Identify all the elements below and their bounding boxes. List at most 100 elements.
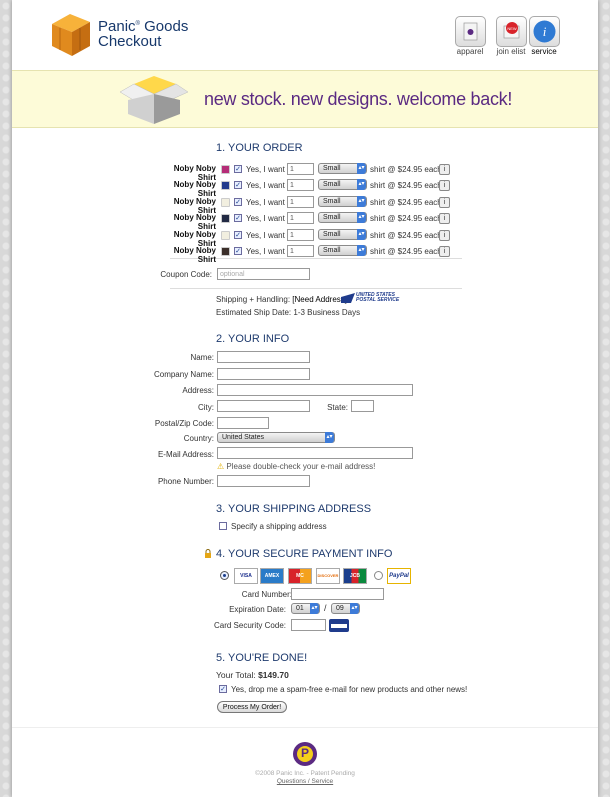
quantity-input[interactable]: 1: [287, 212, 314, 225]
panic-box-logo[interactable]: [48, 12, 94, 58]
select-arrow-icon: ▴▾: [357, 163, 366, 174]
paypal-radio[interactable]: [374, 571, 383, 580]
payment-heading: 4. YOUR SECURE PAYMENT INFO: [216, 548, 393, 560]
quantity-input[interactable]: 1: [287, 228, 314, 241]
email-label: E-Mail Address:: [157, 450, 214, 459]
shirt-color-icon: [221, 197, 230, 207]
country-label: Country:: [183, 434, 214, 443]
country-select[interactable]: United States ▴▾: [217, 432, 335, 443]
seal-letter: P: [300, 746, 309, 760]
nav-label-service[interactable]: service: [524, 47, 564, 56]
city-label: City:: [198, 403, 214, 412]
expiration-label: Expiration Date:: [229, 605, 286, 614]
product-name: Noby Noby Shirt: [173, 229, 216, 248]
email-input[interactable]: [217, 447, 413, 459]
product-name: Noby Noby Shirt: [173, 196, 216, 215]
address-input[interactable]: [217, 384, 413, 396]
amex-card-icon: AMEX: [260, 568, 284, 584]
state-label: State:: [327, 403, 348, 412]
done-heading: 5. YOU'RE DONE!: [216, 652, 308, 664]
info-icon[interactable]: i: [439, 229, 450, 241]
want-checkbox[interactable]: ✓: [234, 165, 242, 173]
price-label: shirt @ $24.95 each: [370, 214, 442, 224]
yes-label: Yes, I want: [246, 247, 285, 256]
want-checkbox[interactable]: ✓: [234, 214, 242, 223]
product-name: Noby Noby Shirt: [173, 246, 216, 264]
phone-input[interactable]: [217, 475, 310, 487]
mastercard-icon: MC: [288, 568, 312, 584]
info-icon[interactable]: i: [439, 246, 450, 257]
process-order-button[interactable]: Process My Order!: [217, 701, 287, 713]
size-select[interactable]: Small ▴▾: [318, 212, 367, 224]
nav-label-apparel[interactable]: apparel: [450, 47, 490, 56]
card-number-input[interactable]: [291, 588, 384, 600]
zip-label: Postal/Zip Code:: [154, 419, 214, 428]
shirt-color-icon: [221, 247, 230, 256]
info-icon[interactable]: i: [439, 180, 450, 192]
price-label: shirt @ $24.95 each: [370, 181, 442, 191]
shirt-icon: [463, 22, 478, 41]
want-checkbox[interactable]: ✓: [234, 230, 242, 239]
want-checkbox[interactable]: ✓: [234, 181, 242, 190]
size-select[interactable]: Small ▴▾: [318, 228, 367, 240]
info-icon[interactable]: i: [439, 164, 450, 175]
yes-label: Yes, I want: [246, 165, 285, 174]
name-input[interactable]: [217, 351, 310, 363]
quantity-input[interactable]: 1: [287, 245, 314, 257]
info-icon[interactable]: i: [439, 196, 450, 208]
state-input[interactable]: [351, 400, 374, 412]
exp-year-select[interactable]: 09 ▴▾: [331, 603, 360, 614]
apparel-button[interactable]: [455, 16, 486, 47]
price-label: shirt @ $24.95 each: [370, 165, 442, 174]
quantity-input[interactable]: 1: [287, 195, 314, 208]
newsletter-label: Yes, drop me a spam-free e-mail for new …: [231, 685, 468, 694]
select-arrow-icon: ▴▾: [357, 228, 366, 240]
coupon-input[interactable]: optional: [217, 268, 310, 280]
security-code-input[interactable]: [291, 619, 326, 631]
join-elist-button[interactable]: NEW: [496, 16, 527, 47]
want-checkbox[interactable]: ✓: [234, 197, 242, 206]
size-value: Small: [323, 165, 341, 172]
product-name: Noby Noby Shirt: [173, 180, 216, 199]
exp-month-value: 01: [296, 605, 304, 612]
shirt-color-icon: [221, 214, 230, 224]
quantity-input[interactable]: 1: [287, 163, 314, 175]
total-value: $149.70: [258, 670, 289, 680]
open-box-icon: [114, 74, 192, 128]
questions-service-link[interactable]: Questions / Service: [205, 778, 405, 785]
zip-input[interactable]: [217, 417, 269, 429]
service-button[interactable]: i: [529, 16, 560, 47]
shipping-value: [Need Address]: [292, 295, 347, 304]
company-label: Company Name:: [153, 370, 214, 379]
want-checkbox[interactable]: ✓: [234, 247, 242, 255]
city-input[interactable]: [217, 400, 310, 412]
svg-text:NEW: NEW: [507, 26, 517, 31]
paypal-icon: PayPal: [387, 568, 411, 584]
size-select[interactable]: Small ▴▾: [318, 245, 367, 256]
exp-month-select[interactable]: 01 ▴▾: [291, 603, 320, 614]
exp-year-value: 09: [336, 605, 344, 612]
card-radio[interactable]: [220, 571, 229, 580]
shipping-line: Shipping + Handling: [Need Address]: [216, 295, 347, 304]
price-label: shirt @ $24.95 each: [370, 197, 442, 207]
panic-seal-logo[interactable]: P: [292, 741, 318, 767]
size-select[interactable]: Small ▴▾: [318, 179, 367, 191]
quantity-input[interactable]: 1: [287, 179, 314, 192]
order-heading: 1. YOUR ORDER: [216, 142, 303, 154]
size-select[interactable]: Small ▴▾: [318, 163, 367, 174]
shirt-color-icon: [221, 165, 230, 174]
shipping-label: Shipping + Handling:: [216, 295, 291, 304]
phone-label: Phone Number:: [157, 477, 214, 486]
price-label: shirt @ $24.95 each: [370, 230, 442, 240]
size-value: Small: [323, 214, 341, 222]
email-warning: ⚠ Please double-check your e-mail addres…: [217, 462, 375, 471]
discover-card-icon: DISCOVER: [316, 568, 340, 584]
specify-shipping-checkbox[interactable]: [219, 522, 227, 530]
newsletter-checkbox[interactable]: ✓: [219, 685, 227, 693]
info-icon[interactable]: i: [439, 213, 450, 225]
shipping-heading: 3. YOUR SHIPPING ADDRESS: [216, 503, 372, 515]
checkout-page: Panic® Goods Checkout apparel NEW join e…: [12, 0, 598, 797]
company-input[interactable]: [217, 368, 310, 380]
shirt-color-icon: [221, 230, 230, 240]
size-select[interactable]: Small ▴▾: [318, 195, 367, 207]
